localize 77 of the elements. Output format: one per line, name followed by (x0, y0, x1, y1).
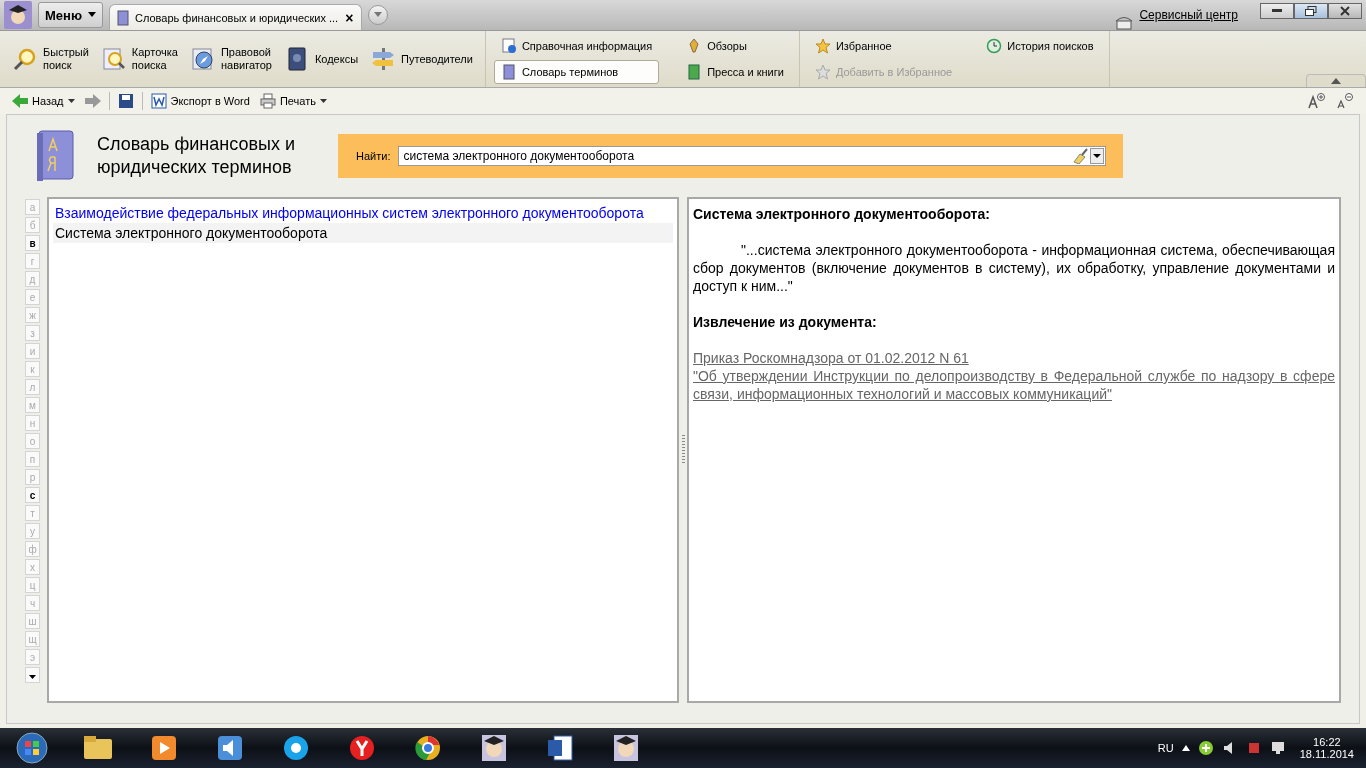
term-item[interactable]: Взаимодействие федеральных информационных систем электронного документооборота (53, 203, 673, 223)
minimize-button[interactable] (1260, 3, 1294, 19)
ribbon-button[interactable]: Быстрый поиск (8, 44, 93, 74)
tab-title: Словарь финансовых и юридических ... (135, 11, 339, 24)
compass-icon (189, 46, 216, 72)
font-smaller-icon (1336, 93, 1354, 109)
ribbon-button[interactable]: Путеводители (366, 44, 477, 74)
printer-icon (259, 93, 276, 109)
language-indicator[interactable]: RU (1157, 742, 1174, 754)
star-icon (814, 38, 831, 54)
caret-up-icon (1331, 78, 1341, 84)
info-document-icon (500, 38, 517, 54)
ribbon-button[interactable]: Пресса и книги (679, 60, 791, 84)
dictionary-title: Словарь финансовых и юридических терминов (97, 133, 296, 179)
ribbon-button[interactable]: Справочная информация (493, 34, 660, 58)
ribbon-button[interactable]: Избранное (807, 34, 960, 58)
definition-text: "...система электронного документооборота - информационная система, обеспечивающая сбор документов (включение документов в систему), их обработку, управление документами и доступ к ним..." (693, 241, 1335, 295)
extract-heading: Извлечение из документа: (693, 313, 878, 331)
tab-close-button[interactable]: × (343, 9, 356, 26)
caret-icon (319, 99, 327, 103)
service-center-link[interactable]: Сервисный центр (1139, 8, 1238, 22)
search-field[interactable]: система электронного документооборота (398, 146, 1107, 166)
caret-icon (1090, 148, 1105, 164)
ribbon-button[interactable]: История поисков (979, 34, 1101, 58)
clock-time: 16:22 (1313, 736, 1341, 748)
word-document-icon (150, 93, 167, 109)
telephone-icon (1115, 16, 1134, 30)
arrow-right-icon (84, 94, 101, 108)
document-tab[interactable]: Словарь финансовых и юридических ... × (109, 4, 363, 30)
ribbon-button[interactable]: Карточка поиска (96, 44, 182, 74)
closed-book-icon (686, 64, 703, 80)
forward-button[interactable] (82, 94, 103, 108)
ribbon-button[interactable]: Кодексы (279, 44, 363, 74)
restore-icon (1305, 6, 1317, 16)
caret-icon (67, 99, 75, 103)
magnifier-icon (12, 46, 38, 72)
menu-button[interactable]: Меню (38, 2, 103, 28)
app-logo[interactable] (4, 1, 32, 29)
search-label: Найти: (356, 150, 391, 162)
monitor-icon (1269, 740, 1286, 756)
add-star-icon (814, 64, 831, 80)
alphabet-letter[interactable]: в (25, 235, 40, 251)
caret-icon (88, 12, 96, 18)
tab-list-button[interactable] (368, 5, 389, 25)
ribbon-button[interactable]: Обзоры (679, 34, 791, 58)
scroll-down-button[interactable] (25, 667, 40, 683)
restore-button[interactable] (1294, 3, 1328, 19)
close-icon (1340, 6, 1350, 16)
close-button[interactable] (1328, 3, 1362, 19)
term-item[interactable]: Система электронного документооборота (53, 223, 673, 243)
clock-date: 18.11.2014 (1299, 748, 1354, 760)
increase-font-button[interactable] (1306, 93, 1328, 109)
caret-icon (29, 674, 36, 679)
article-heading: Система электронного документооборота: (693, 205, 991, 223)
ribbon-button[interactable]: Правовой навигатор (185, 44, 276, 74)
splitter-grip[interactable] (681, 435, 685, 465)
plus-circle-icon (1197, 740, 1214, 756)
windows-orb-icon (15, 731, 49, 765)
ribbon-button[interactable]: Словарь терминов (493, 60, 660, 84)
back-button[interactable]: Назад (10, 94, 77, 108)
print-button[interactable]: Печать (257, 93, 329, 109)
arrow-left-icon (12, 94, 28, 108)
card-search-icon (100, 46, 127, 72)
collapse-ribbon-button[interactable] (1306, 74, 1366, 87)
minimize-icon (1272, 9, 1282, 13)
eraser-broom-icon (1071, 148, 1090, 164)
alphabet-letter[interactable]: с (25, 487, 40, 503)
source-link[interactable]: "Об утверждении Инструкции по делопроизводству в Федеральной службе по надзору в сфере связи, информационных технологий и массовых коммуникаций" (693, 367, 1335, 403)
caret-up-icon (1181, 745, 1190, 751)
export-word-button[interactable]: Экспорт в Word (148, 93, 252, 109)
caret-icon (374, 12, 383, 18)
dictionary-book-icon (116, 9, 130, 26)
history-clock-icon (986, 38, 1003, 54)
source-link[interactable]: Приказ Роскомнадзора от 01.02.2012 N 61 (693, 349, 1335, 367)
font-larger-icon (1308, 93, 1326, 109)
decrease-font-button[interactable] (1334, 93, 1356, 109)
dictionary-book-icon (500, 64, 517, 80)
